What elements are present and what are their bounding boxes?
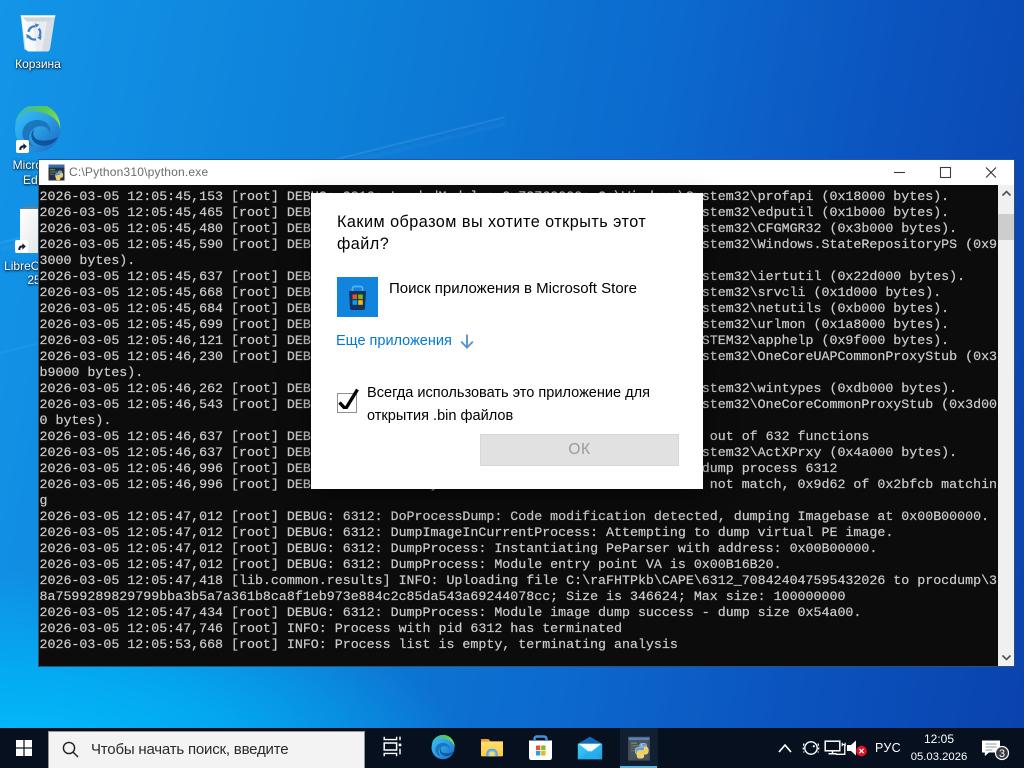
svg-text:3: 3 — [999, 748, 1005, 760]
